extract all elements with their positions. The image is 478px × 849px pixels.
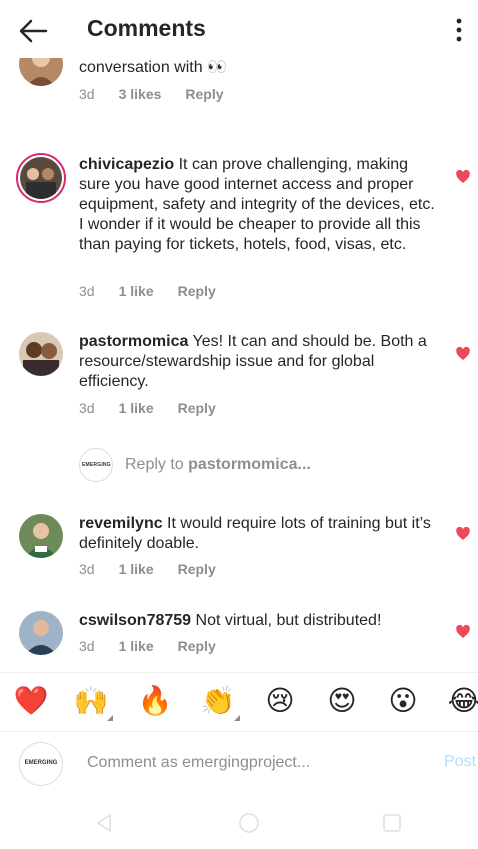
more-options-icon[interactable] (449, 16, 469, 44)
variant-corner-icon (107, 715, 113, 721)
reply-to-prompt[interactable]: EMERGING Reply to pastormomica... (79, 448, 459, 484)
comment-input[interactable] (87, 751, 417, 775)
comment-meta: 3d 3 likes Reply (79, 86, 224, 102)
reply-prefix: Reply to (125, 456, 189, 473)
own-avatar: EMERGING (19, 742, 63, 786)
likes-count[interactable]: 1 like (119, 638, 154, 654)
avatar[interactable] (19, 332, 63, 376)
likes-count[interactable]: 1 like (119, 283, 154, 299)
like-heart-icon[interactable] (455, 526, 471, 542)
likes-count[interactable]: 1 like (119, 400, 154, 416)
back-arrow-icon[interactable] (16, 14, 50, 48)
like-heart-icon[interactable] (455, 346, 471, 362)
nav-home-icon[interactable] (237, 811, 261, 835)
emoji-surprised[interactable]: 😮 (385, 683, 421, 719)
emoji-crying[interactable]: 😢 (262, 683, 298, 719)
page-title: Comments (87, 15, 206, 41)
system-nav-bar (0, 793, 478, 849)
comment-meta: 3d 1 like Reply (79, 561, 216, 577)
reply-button[interactable]: Reply (178, 561, 216, 577)
avatar[interactable] (16, 153, 66, 203)
avatar[interactable] (19, 611, 63, 655)
reply-button[interactable]: Reply (178, 400, 216, 416)
emoji-clap-glyph: 👏 (200, 684, 236, 717)
reply-target: pastormomica... (188, 456, 311, 473)
emoji-raised-hands-glyph: 🙌 (73, 684, 109, 717)
like-heart-icon[interactable] (455, 169, 471, 185)
emoji-fire[interactable]: 🔥 (137, 683, 173, 719)
emoji-raised-hands[interactable]: 🙌 (73, 683, 113, 721)
avatar-logo-text: EMERGING (82, 462, 111, 468)
avatar-logo-text: EMERGING (24, 760, 58, 766)
comment-meta: 3d 1 like Reply (79, 400, 216, 416)
emoji-heart-eyes[interactable]: 😍 (324, 683, 360, 719)
comment-time: 3d (79, 638, 95, 654)
comment-time: 3d (79, 400, 95, 416)
comment-username[interactable]: chivicapezio (79, 156, 174, 173)
comment-time: 3d (79, 283, 95, 299)
likes-count[interactable]: 3 likes (119, 86, 162, 102)
emoji-heart[interactable]: ❤️ (13, 683, 49, 719)
reply-button[interactable]: Reply (185, 86, 223, 102)
comment-meta: 3d 1 like Reply (79, 638, 216, 654)
nav-back-icon[interactable] (92, 811, 116, 835)
own-avatar: EMERGING (79, 448, 113, 482)
comment-username[interactable]: pastormomica (79, 333, 188, 350)
variant-corner-icon (234, 715, 240, 721)
top-bar: Comments (0, 0, 478, 58)
comment-meta: 3d 1 like Reply (79, 283, 216, 299)
post-button[interactable]: Post (444, 753, 476, 771)
emoji-laughing[interactable]: 😂 (446, 683, 478, 719)
reply-button[interactable]: Reply (178, 283, 216, 299)
comments-list[interactable]: conferences elected more young folk to b… (0, 40, 478, 673)
comment-username[interactable]: revemilync (79, 515, 163, 532)
avatar[interactable] (19, 514, 63, 558)
nav-recents-icon[interactable] (380, 811, 404, 835)
comment-time: 3d (79, 86, 95, 102)
comment-composer: EMERGING Post (0, 731, 478, 793)
likes-count[interactable]: 1 like (119, 561, 154, 577)
like-heart-icon[interactable] (455, 624, 471, 640)
comment-time: 3d (79, 561, 95, 577)
comment-text: Not virtual, but distributed! (191, 612, 382, 629)
comment-username[interactable]: cswilson78759 (79, 612, 191, 629)
emoji-clap[interactable]: 👏 (200, 683, 240, 721)
reply-button[interactable]: Reply (178, 638, 216, 654)
emoji-quick-bar: ❤️ 🙌 🔥 👏 😢 😍 😮 😂 (0, 673, 478, 731)
